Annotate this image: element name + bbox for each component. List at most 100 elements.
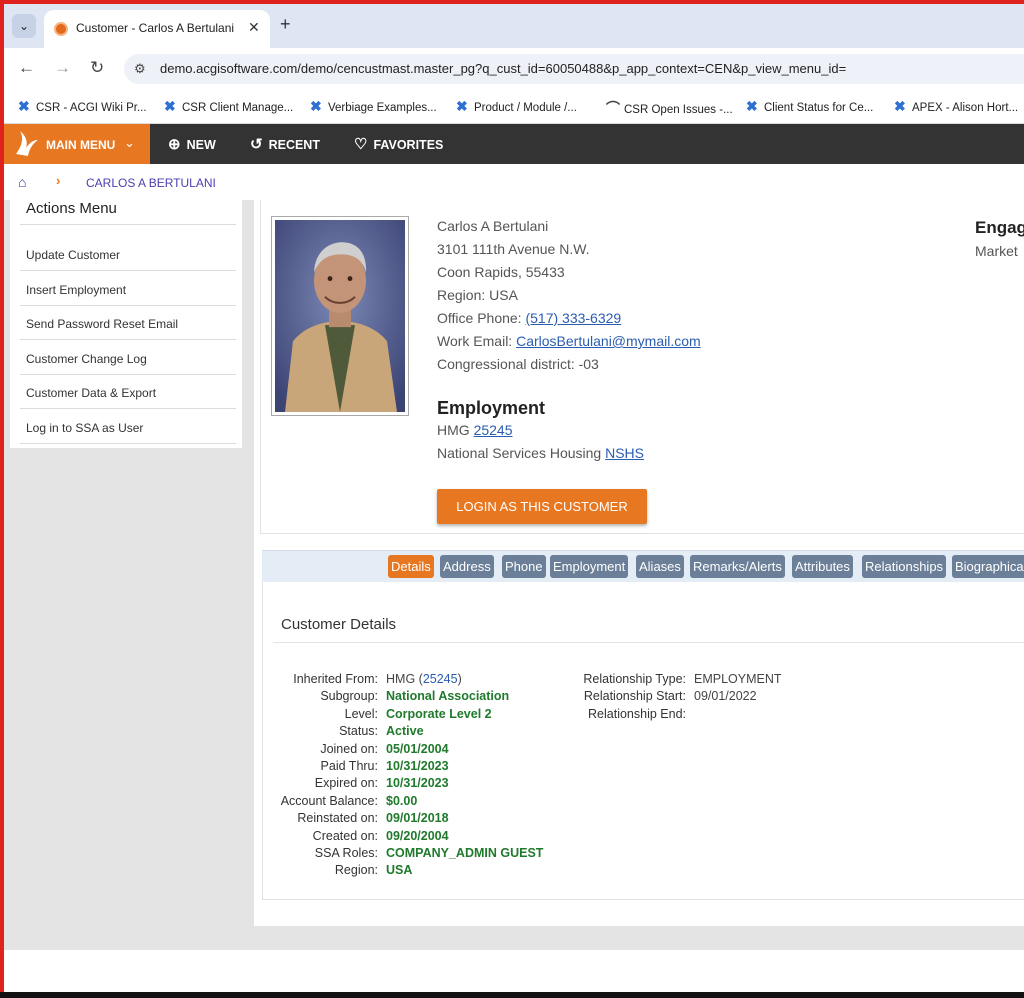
site-settings-icon[interactable]: ⚙ — [134, 61, 146, 77]
tab-details[interactable]: Details — [388, 555, 434, 578]
bookmark-item[interactable]: ✖ Verbiage Examples... — [310, 98, 437, 115]
level-value: Corporate Level 2 — [386, 706, 492, 721]
region-value: USA — [386, 863, 413, 878]
tab-attributes[interactable]: Attributes — [792, 555, 853, 578]
reinstated-on-value: 09/01/2018 — [386, 811, 449, 826]
customer-street: 3101 111th Avenue N.W. — [437, 241, 590, 257]
relationship-start-value: 09/01/2022 — [694, 689, 757, 704]
recent-button[interactable]: ↺ RECENT — [250, 135, 320, 153]
page-body: Actions Menu Update Customer Insert Emplo… — [4, 200, 1024, 950]
bookmark-item[interactable]: ⌒ CSR Open Issues -... — [606, 98, 733, 118]
action-menu-item[interactable]: Log in to SSA as User — [20, 410, 236, 444]
action-menu-item[interactable]: Customer Data & Export — [20, 375, 236, 409]
customer-details-panel: Customer Details Inherited From: HMG (252… — [262, 582, 1024, 900]
paid-thru-value: 10/31/2023 — [386, 759, 449, 773]
profile-card: Carlos A Bertulani 3101 111th Avenue N.W… — [260, 200, 1024, 534]
actions-menu-title: Actions Menu — [26, 200, 117, 217]
inherited-id-link[interactable]: 25245 — [423, 672, 458, 686]
tab-search-chevron-icon[interactable]: ⌄ — [12, 14, 36, 38]
employer-name: HMG — [437, 422, 474, 438]
organization-code-link[interactable]: NSHS — [605, 445, 644, 461]
screen-bottom-edge — [0, 992, 1024, 998]
new-button[interactable]: ⊕ NEW — [168, 135, 216, 153]
action-menu-item[interactable]: Send Password Reset Email — [20, 306, 236, 340]
relationship-type-value: EMPLOYMENT — [694, 672, 782, 686]
bookmark-item[interactable]: ✖ Product / Module /... — [456, 98, 577, 115]
tab-employment[interactable]: Employment — [550, 555, 629, 578]
heart-icon: ♡ — [354, 136, 368, 153]
bookmark-item[interactable]: ✖ CSR Client Manage... — [164, 98, 293, 115]
address-bar[interactable]: ⚙ demo.acgisoftware.com/demo/cencustmast… — [124, 54, 1024, 84]
work-email-link[interactable]: CarlosBertulani@mymail.com — [516, 333, 701, 349]
office-phone-link[interactable]: (517) 333-6329 — [525, 310, 621, 326]
action-menu-item[interactable]: Update Customer — [20, 237, 236, 271]
customer-photo — [271, 216, 409, 416]
address-row: ← → ↻ ⚙ demo.acgisoftware.com/demo/cencu… — [4, 48, 1024, 90]
office-phone-row: Office Phone: (517) 333-6329 — [437, 310, 701, 333]
bookmark-item[interactable]: ✖ APEX - Alison Hort... — [894, 98, 1018, 115]
main-menu-label: MAIN MENU — [46, 138, 116, 152]
new-tab-plus-icon[interactable]: + — [280, 14, 291, 35]
created-on-value: 09/20/2004 — [386, 828, 449, 843]
tab-relationships[interactable]: Relationships — [862, 555, 947, 578]
subgroup-value: National Association — [386, 689, 510, 704]
login-as-customer-button[interactable]: LOGIN AS THIS CUSTOMER — [437, 489, 647, 524]
x-icon: ✖ — [746, 98, 758, 114]
engagement-subtext: Market — [975, 243, 1018, 259]
employment-info: HMG 25245 National Services Housing NSHS — [437, 422, 644, 468]
plus-circle-icon: ⊕ — [168, 136, 181, 153]
tab-remarks-alerts[interactable]: Remarks/Alerts — [690, 555, 785, 578]
office-phone-label: Office Phone: — [437, 310, 526, 326]
url-text[interactable]: demo.acgisoftware.com/demo/cencustmast.m… — [160, 61, 846, 76]
x-icon: ✖ — [164, 98, 176, 114]
tab-address[interactable]: Address — [440, 555, 494, 578]
x-icon: ✖ — [894, 98, 906, 114]
forward-arrow-icon[interactable]: → — [54, 58, 71, 78]
tab-aliases[interactable]: Aliases — [636, 555, 684, 578]
arc-icon: ⌒ — [606, 100, 620, 116]
action-menu-item[interactable]: Customer Change Log — [20, 341, 236, 375]
engagement-heading: Engag — [975, 218, 1024, 237]
x-icon: ✖ — [310, 98, 322, 114]
tab-phone[interactable]: Phone — [502, 555, 546, 578]
browser-tab[interactable]: Customer - Carlos A Bertulani ✕ — [44, 10, 270, 48]
inherited-from-value: HMG (25245) — [386, 672, 462, 686]
bookmark-item[interactable]: ✖ Client Status for Ce... — [746, 98, 873, 115]
expired-on-value: 10/31/2023 — [386, 776, 449, 791]
employer-id-link[interactable]: 25245 — [474, 422, 513, 438]
reload-icon[interactable]: ↻ — [90, 58, 104, 78]
divider — [20, 224, 236, 225]
close-icon[interactable]: ✕ — [248, 19, 260, 36]
relationship-end-label: Relationship End: — [588, 706, 686, 721]
bookmark-label: CSR Client Manage... — [182, 102, 294, 114]
bookmarks-bar: ✖ CSR - ACGI Wiki Pr... ✖ CSR Client Manage… — [4, 90, 1024, 124]
bookmark-label: Client Status for Ce... — [764, 102, 874, 114]
home-icon[interactable]: ⌂ — [18, 174, 26, 190]
level-label: Level: — [344, 706, 378, 721]
account-balance-label: Account Balance: — [280, 793, 378, 808]
organization-name: National Services Housing — [437, 445, 606, 461]
tab-biographica[interactable]: Biographica — [952, 555, 1024, 578]
favorites-label: FAVORITES — [373, 138, 444, 152]
bookmark-item[interactable]: ✖ CSR - ACGI Wiki Pr... — [18, 98, 147, 115]
favorites-button[interactable]: ♡ FAVORITES — [354, 135, 443, 153]
back-arrow-icon[interactable]: ← — [18, 58, 35, 78]
paid-thru-label: Paid Thru: — [320, 759, 378, 773]
chevron-right-icon: › — [56, 173, 61, 188]
customer-city: Coon Rapids, 55433 — [437, 264, 565, 280]
bookmark-label: Verbiage Examples... — [328, 102, 437, 114]
inherited-prefix: HMG ( — [386, 672, 423, 686]
main-content: Carlos A Bertulani 3101 111th Avenue N.W… — [254, 200, 1024, 926]
breadcrumb-current[interactable]: CARLOS A BERTULANI — [86, 176, 216, 190]
action-menu-item[interactable]: Insert Employment — [20, 272, 236, 306]
status-value: Active — [386, 724, 424, 739]
subgroup-label: Subgroup: — [320, 689, 378, 704]
joined-on-label: Joined on: — [320, 741, 378, 756]
actions-menu: Actions Menu Update Customer Insert Emplo… — [10, 200, 242, 448]
tab-title: Customer - Carlos A Bertulani — [76, 21, 235, 35]
main-menu-button[interactable]: MAIN MENU ⌄ — [4, 124, 150, 164]
history-icon: ↺ — [250, 136, 263, 153]
customer-info: Carlos A Bertulani 3101 111th Avenue N.W… — [437, 218, 701, 379]
x-icon: ✖ — [18, 98, 30, 114]
ssa-roles-label: SSA Roles: — [314, 846, 378, 860]
